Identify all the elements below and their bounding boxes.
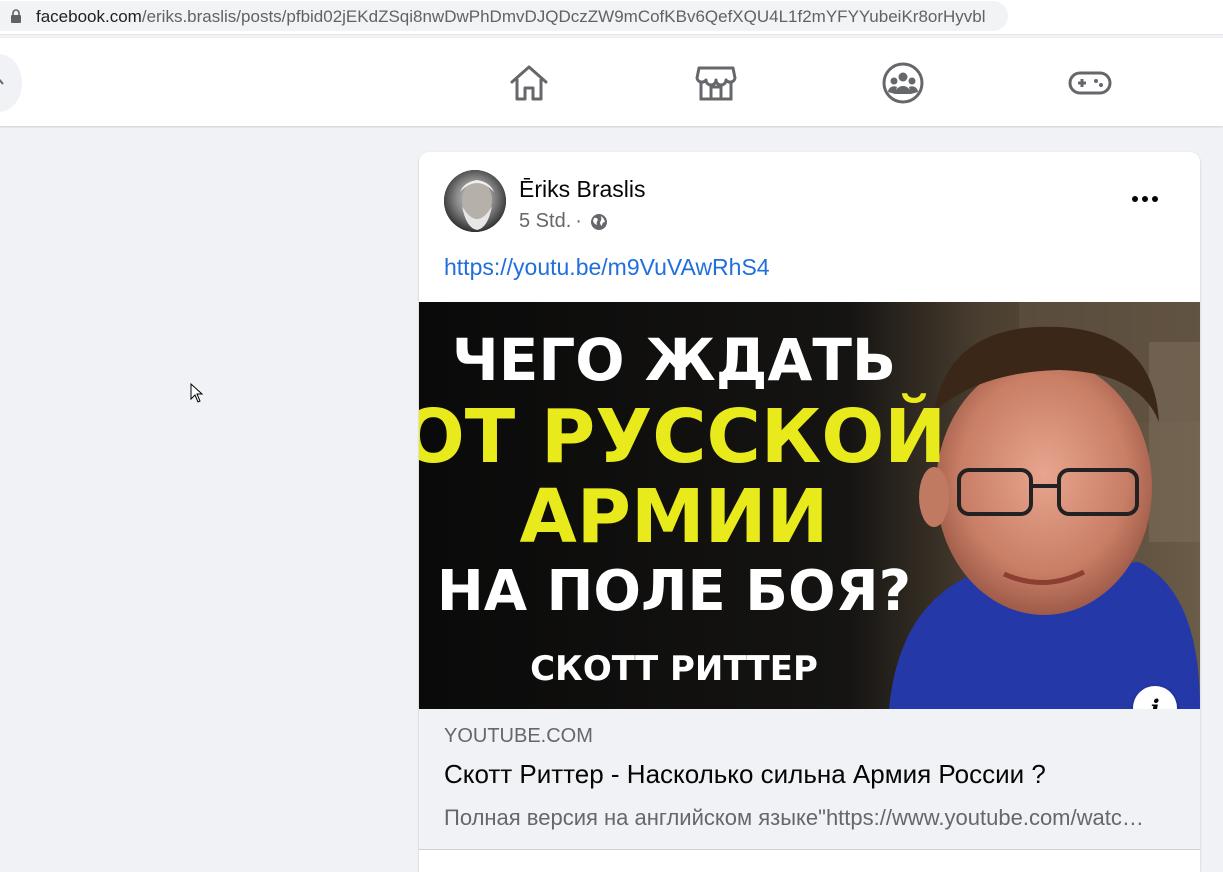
- thumb-line-2: ОТ РУССКОЙ: [419, 392, 946, 480]
- avatar-photo: [444, 170, 506, 232]
- thumb-line-5: СКОТТ РИТТЕР: [530, 649, 818, 689]
- more-options-button[interactable]: [1125, 184, 1165, 214]
- url-field[interactable]: facebook.com/eriks.braslis/posts/pfbid02…: [0, 1, 1008, 31]
- author-name[interactable]: Ēriks Braslis: [519, 176, 646, 203]
- post-time[interactable]: 5 Std.: [519, 210, 571, 233]
- post-link[interactable]: https://youtu.be/m9VuVAwRhS4: [444, 254, 770, 281]
- search-button[interactable]: [0, 54, 22, 112]
- marketplace-icon[interactable]: [694, 62, 738, 104]
- url-path: /eriks.braslis/posts/pfbid02jEKdZSqi8nwD…: [141, 7, 986, 26]
- home-icon[interactable]: [507, 62, 551, 104]
- groups-icon[interactable]: [881, 62, 925, 104]
- post-card: Ēriks Braslis 5 Std. · https://youtu.be/…: [419, 152, 1200, 872]
- lock-icon: [11, 9, 21, 23]
- author-avatar[interactable]: [444, 170, 506, 232]
- link-preview[interactable]: YOUTUBE.COM Скотт Риттер - Насколько сил…: [419, 709, 1200, 850]
- preview-description: Полная версия на английском языке"https:…: [444, 805, 1156, 830]
- search-icon: [0, 78, 4, 85]
- globe-icon[interactable]: [590, 213, 608, 231]
- address-bar: facebook.com/eriks.braslis/posts/pfbid02…: [0, 0, 1223, 35]
- ellipsis-icon: [1132, 196, 1158, 202]
- post-meta: 5 Std. ·: [519, 210, 608, 233]
- preview-domain: YOUTUBE.COM: [444, 725, 593, 747]
- video-thumbnail[interactable]: ЧЕГО ЖДАТЬ ОТ РУССКОЙ АРМИИ НА ПОЛЕ БОЯ?…: [419, 302, 1200, 709]
- url-host: facebook.com: [36, 7, 142, 26]
- mouse-cursor-icon: [190, 383, 204, 403]
- preview-title: Скотт Риттер - Насколько сильна Армия Ро…: [444, 759, 1046, 789]
- meta-separator: ·: [575, 210, 582, 232]
- facebook-header: [0, 38, 1223, 126]
- url-text[interactable]: facebook.com/eriks.braslis/posts/pfbid02…: [36, 7, 986, 27]
- thumb-line-1: ЧЕГО ЖДАТЬ: [452, 326, 896, 394]
- thumb-line-3: АРМИИ: [519, 474, 828, 560]
- thumb-line-4: НА ПОЛЕ БОЯ?: [437, 559, 911, 624]
- gaming-icon[interactable]: [1068, 62, 1112, 104]
